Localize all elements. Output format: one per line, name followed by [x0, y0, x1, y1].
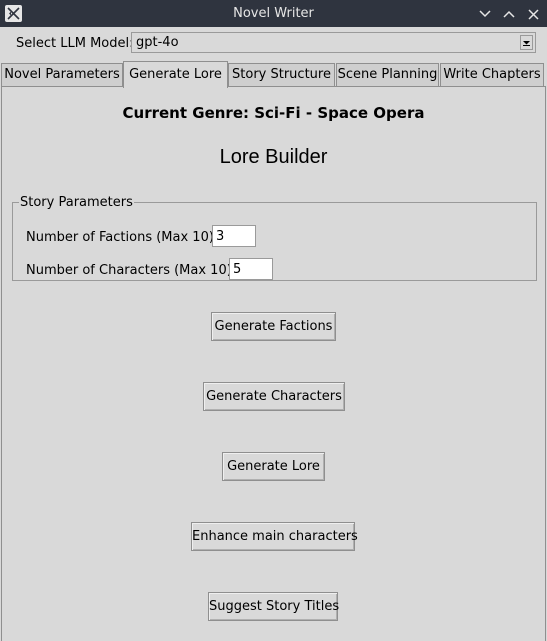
window-title: Novel Writer	[233, 6, 314, 21]
story-parameters-group: Story Parameters Number of Factions (Max…	[12, 195, 537, 281]
minimize-button[interactable]	[475, 4, 495, 24]
page-title: Lore Builder	[219, 146, 328, 168]
tab-story-structure[interactable]: Story Structure	[228, 63, 335, 87]
current-genre: Current Genre: Sci-Fi - Space Opera	[122, 104, 425, 122]
model-label: Select LLM Model:	[16, 36, 134, 51]
tab-scene-planning[interactable]: Scene Planning	[336, 63, 439, 87]
chevron-up-icon	[503, 10, 515, 18]
model-value: gpt-4o	[136, 35, 179, 50]
story-parameters-legend: Story Parameters	[20, 195, 133, 210]
close-icon	[527, 8, 539, 20]
tab-bar: Novel Parameters Generate Lore Story Str…	[0, 61, 547, 88]
title-bar[interactable]: Novel Writer	[0, 0, 547, 27]
tab-write-chapters[interactable]: Write Chapters	[440, 63, 544, 87]
factions-input[interactable]	[212, 225, 256, 247]
generate-lore-button[interactable]: Generate Lore	[222, 452, 325, 481]
maximize-button[interactable]	[499, 4, 519, 24]
lore-panel: Current Genre: Sci-Fi - Space Opera Lore…	[1, 86, 546, 641]
generate-factions-button[interactable]: Generate Factions	[211, 312, 336, 341]
chevron-down-icon	[479, 10, 491, 18]
tab-novel-parameters[interactable]: Novel Parameters	[1, 63, 123, 87]
generate-characters-button[interactable]: Generate Characters	[203, 382, 345, 411]
enhance-characters-button[interactable]: Enhance main characters	[191, 522, 358, 551]
factions-label: Number of Factions (Max 10):	[26, 230, 219, 245]
characters-label: Number of Characters (Max 10):	[26, 263, 237, 278]
close-button[interactable]	[523, 4, 543, 24]
model-select[interactable]: gpt-4o	[131, 32, 536, 53]
dropdown-arrow-icon[interactable]	[520, 35, 533, 50]
characters-input[interactable]	[229, 258, 273, 280]
tab-generate-lore[interactable]: Generate Lore	[123, 61, 228, 88]
model-row: Select LLM Model: gpt-4o	[0, 27, 547, 59]
suggest-titles-button[interactable]: Suggest Story Titles	[208, 592, 339, 621]
